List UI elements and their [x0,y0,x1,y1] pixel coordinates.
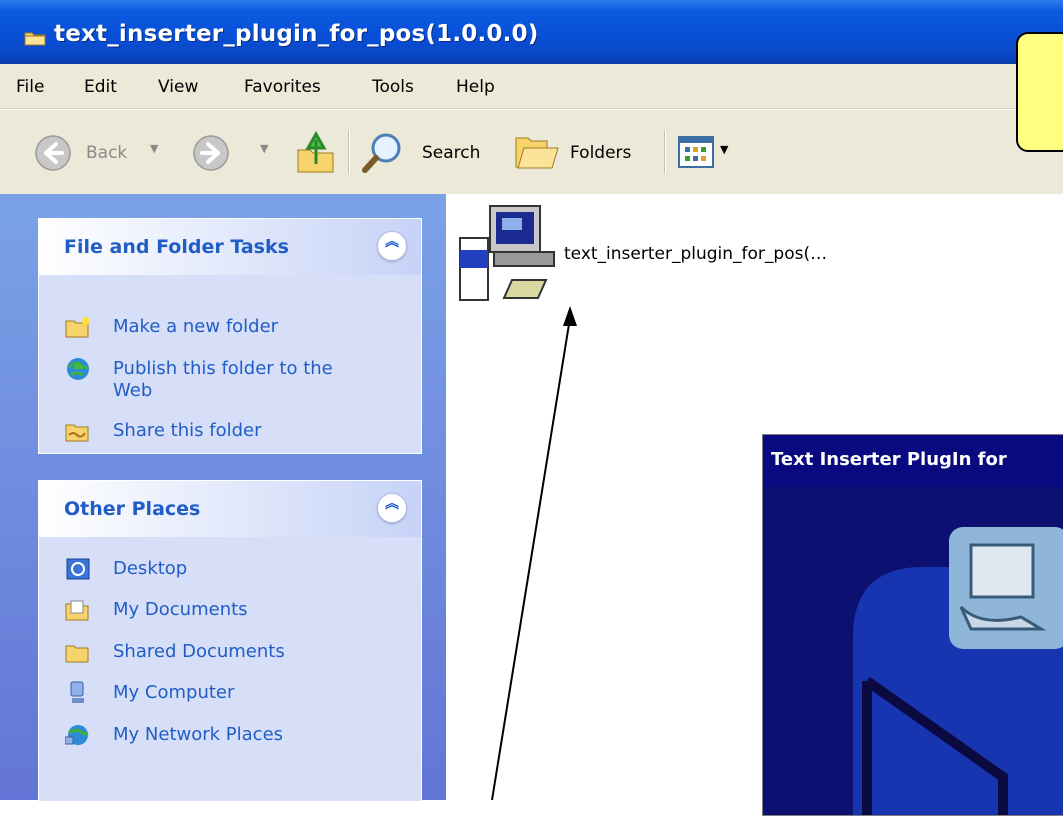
toolbar-separator [348,130,350,174]
splash-artwork [763,487,1063,815]
menu-tools[interactable]: Tools [372,77,414,97]
back-dropdown-icon[interactable]: ▼ [150,142,158,155]
installer-icon [459,205,555,301]
make-new-folder-text: Make a new folder [113,316,279,337]
file-folder-tasks-panel: File and Folder Tasks ︽ Make a new folde… [38,218,422,454]
title-bar[interactable]: text_inserter_plugin_for_pos(1.0.0.0) [0,0,1063,64]
chevron-up-icon: ︽ [385,496,399,512]
file-folder-tasks-title: File and Folder Tasks [64,236,289,258]
menu-bar: File Edit View Favorites Tools Help [0,64,1063,109]
back-button[interactable]: Back ▼ [30,110,170,194]
network-places-icon [65,725,89,745]
callout-note [1016,32,1063,152]
installer-splash-window[interactable]: Text Inserter PlugIn for [762,434,1063,816]
search-button[interactable]: Search [360,110,496,194]
back-label: Back [86,143,128,163]
my-computer-text: My Computer [113,682,235,703]
views-grid-icon [678,136,714,168]
toolbar: Back ▼ ▼ Search Folders ▼ [0,109,1063,195]
new-folder-icon [65,317,90,338]
menu-view[interactable]: View [158,77,198,97]
my-documents-icon [65,600,89,621]
folders-label: Folders [570,143,632,163]
desktop-icon [66,558,90,580]
splash-title: Text Inserter PlugIn for [771,449,1007,470]
toolbar-separator [664,130,666,174]
menu-help[interactable]: Help [456,77,495,97]
splash-title-bar[interactable]: Text Inserter PlugIn for [763,435,1063,487]
forward-button[interactable]: ▼ [188,110,268,194]
publish-folder-text: Publish this folder to the [113,358,333,379]
installer-file-item[interactable]: text_inserter_plugin_for_pos(… [454,200,934,310]
window-title: text_inserter_plugin_for_pos(1.0.0.0) [54,21,539,47]
other-places-title: Other Places [64,498,201,520]
file-folder-tasks-header[interactable]: File and Folder Tasks ︽ [39,219,421,275]
back-arrow-icon [35,135,71,171]
other-places-panel: Other Places ︽ Desktop My Documents Shar… [38,480,422,802]
my-documents-text: My Documents [113,599,248,620]
search-icon [362,133,401,173]
installer-file-name: text_inserter_plugin_for_pos(… [564,244,828,264]
folders-icon [515,137,559,169]
share-folder-icon [65,424,89,442]
collapse-button[interactable]: ︽ [377,231,407,261]
forward-arrow-icon [193,135,229,171]
task-pane: File and Folder Tasks ︽ Make a new folde… [0,194,446,802]
my-computer-icon [70,681,84,703]
share-folder-text: Share this folder [113,420,262,441]
desktop-text: Desktop [113,558,188,579]
up-folder-icon [297,130,334,173]
search-label: Search [422,143,481,163]
folders-button[interactable]: Folders [514,110,654,194]
views-button[interactable]: ▼ [678,110,748,194]
shared-documents-text: Shared Documents [113,641,285,662]
menu-file[interactable]: File [16,77,44,97]
other-places-header[interactable]: Other Places ︽ [39,481,421,537]
forward-dropdown-icon[interactable]: ▼ [260,142,268,155]
menu-favorites[interactable]: Favorites [244,77,321,97]
menu-edit[interactable]: Edit [84,77,117,97]
up-folder-button[interactable] [292,110,340,194]
publish-folder-text-line2: Web [113,380,153,401]
shared-documents-icon [65,645,89,663]
collapse-button[interactable]: ︽ [377,493,407,523]
chevron-up-icon: ︽ [385,234,399,250]
network-places-text: My Network Places [113,724,284,745]
views-dropdown-icon[interactable]: ▼ [720,143,728,156]
folder-icon [24,32,46,46]
publish-globe-icon [67,358,89,380]
